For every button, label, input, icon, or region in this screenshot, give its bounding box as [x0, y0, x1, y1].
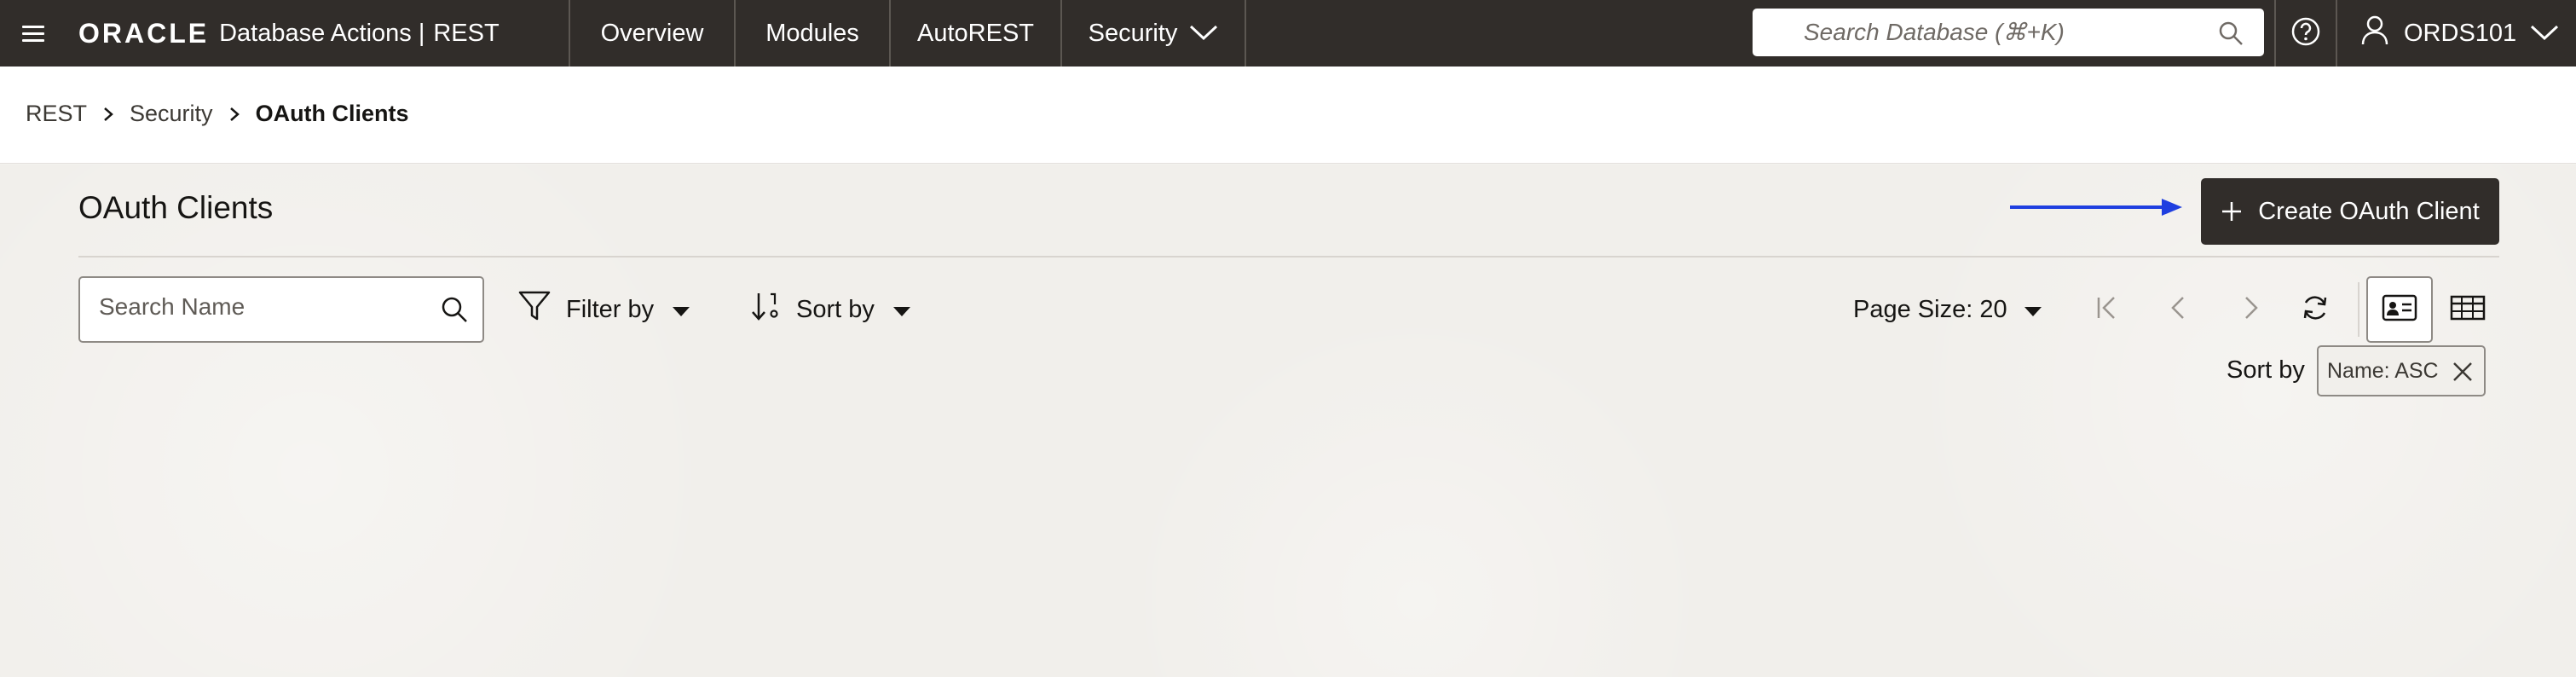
help-icon [2291, 17, 2320, 50]
top-navigation-bar: ORACLE Database Actions | REST Overview … [0, 0, 2576, 67]
tab-modules[interactable]: Modules [734, 0, 889, 67]
breadcrumb: REST Security OAuth Clients [26, 101, 409, 127]
page-size-select[interactable]: Page Size: 20 [1853, 276, 2042, 343]
tab-autorest[interactable]: AutoREST [889, 0, 1060, 67]
user-menu[interactable]: ORDS101 [2361, 0, 2559, 67]
database-search-input[interactable] [1753, 19, 2196, 46]
database-search[interactable] [1753, 9, 2264, 56]
tab-security[interactable]: Security [1060, 0, 1246, 67]
sort-by-label: Sort by [796, 295, 875, 323]
header-divider [78, 256, 2499, 257]
search-icon[interactable] [2218, 20, 2244, 50]
help-button[interactable] [2274, 0, 2337, 67]
brand: ORACLE Database Actions | REST [78, 0, 500, 67]
name-search[interactable] [78, 276, 484, 343]
previous-page-button[interactable] [2151, 282, 2206, 337]
plus-icon [2221, 200, 2243, 223]
chevron-right-icon [228, 106, 240, 123]
sort-by-menu[interactable]: Sort by [750, 276, 910, 343]
brand-product: Database Actions [219, 19, 412, 47]
tab-label: Modules [765, 19, 859, 47]
create-button-label: Create OAuth Client [2258, 197, 2480, 225]
hamburger-icon[interactable] [22, 21, 44, 45]
tab-label: Overview [600, 19, 704, 47]
filter-by-label: Filter by [566, 295, 655, 323]
next-page-button[interactable] [2223, 282, 2278, 337]
applied-sort-label: Sort by [2227, 356, 2305, 384]
filter-icon [518, 290, 551, 329]
refresh-button[interactable] [2288, 282, 2342, 337]
caret-down-icon [2024, 296, 2042, 324]
table-view-button[interactable] [2434, 276, 2501, 343]
chevron-right-icon [102, 106, 114, 123]
previous-page-icon [2165, 294, 2192, 326]
filter-by-menu[interactable]: Filter by [518, 276, 690, 343]
card-view-button[interactable] [2366, 276, 2433, 343]
sort-icon [750, 290, 781, 329]
tab-label: AutoREST [917, 19, 1034, 47]
tab-overview[interactable]: Overview [569, 0, 734, 67]
brand-section[interactable]: REST [433, 20, 499, 48]
user-icon [2361, 14, 2388, 52]
breadcrumb-oauth-clients: OAuth Clients [255, 101, 409, 126]
next-page-icon [2237, 294, 2264, 326]
caret-down-icon [673, 296, 690, 324]
search-icon[interactable] [440, 295, 469, 328]
card-view-icon [2382, 294, 2417, 326]
sort-chip: Name: ASC [2317, 345, 2486, 396]
tab-label: Security [1088, 19, 1178, 47]
chevron-down-icon [2530, 20, 2559, 48]
breadcrumb-security[interactable]: Security [130, 101, 213, 127]
table-view-icon [2450, 295, 2486, 325]
brand-separator: | [418, 19, 425, 47]
breadcrumb-rest[interactable]: REST [26, 101, 87, 127]
user-name: ORDS101 [2404, 19, 2517, 47]
sort-chip-label: Name: ASC [2327, 358, 2439, 383]
main-content: OAuth Clients Create OAuth Client Filter… [0, 165, 2576, 677]
chevron-down-icon [1189, 20, 1218, 48]
create-oauth-client-button[interactable]: Create OAuth Client [2201, 178, 2499, 245]
toolbar-separator [2358, 282, 2359, 337]
oracle-logo: ORACLE [78, 17, 210, 49]
breadcrumb-bar: REST Security OAuth Clients [0, 67, 2576, 164]
caret-down-icon [892, 296, 910, 324]
page-title: OAuth Clients [78, 190, 274, 225]
refresh-icon [2301, 293, 2330, 327]
page-size-label: Page Size: 20 [1853, 295, 2007, 323]
first-page-button[interactable] [2080, 282, 2134, 337]
first-page-icon [2094, 294, 2121, 326]
close-icon[interactable] [2452, 361, 2474, 389]
search-name-input[interactable] [99, 293, 423, 321]
annotation-arrow [2010, 199, 2182, 216]
